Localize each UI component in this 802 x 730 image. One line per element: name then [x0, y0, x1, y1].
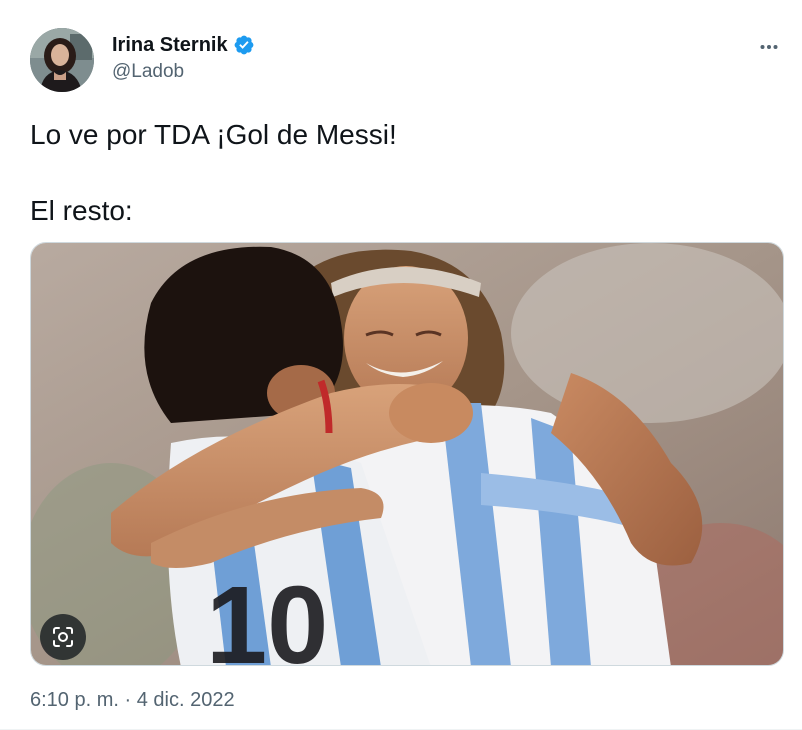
tweet-photo[interactable]: 10 [30, 242, 784, 666]
more-options-button[interactable] [752, 30, 786, 64]
tweet-date[interactable]: 4 dic. 2022 [137, 689, 235, 711]
image-recognition-button[interactable] [40, 614, 86, 660]
timestamp-separator: · [124, 689, 132, 711]
user-handle[interactable]: @Ladob [112, 60, 255, 84]
tweet-timestamp: 6:10 p. m. · 4 dic. 2022 [30, 688, 235, 712]
svg-text:10: 10 [206, 564, 328, 666]
tweet-card: Irina Sternik @Ladob Lo ve por TDA ¡Gol … [0, 0, 802, 730]
tweet-time[interactable]: 6:10 p. m. [30, 689, 119, 711]
football-players-hug-photo: 10 [31, 243, 783, 666]
tweet-text-line: El resto: [30, 195, 133, 226]
author-info: Irina Sternik @Ladob [112, 33, 255, 84]
more-horizontal-icon [760, 45, 778, 49]
profile-photo [30, 28, 94, 92]
image-recognition-icon [53, 627, 73, 647]
tweet-text-line: Lo ve por TDA ¡Gol de Messi! [30, 119, 397, 150]
verified-badge-icon [233, 34, 255, 56]
avatar[interactable] [30, 28, 94, 92]
display-name[interactable]: Irina Sternik [112, 33, 228, 57]
tweet-text: Lo ve por TDA ¡Gol de Messi! El resto: [30, 116, 397, 230]
